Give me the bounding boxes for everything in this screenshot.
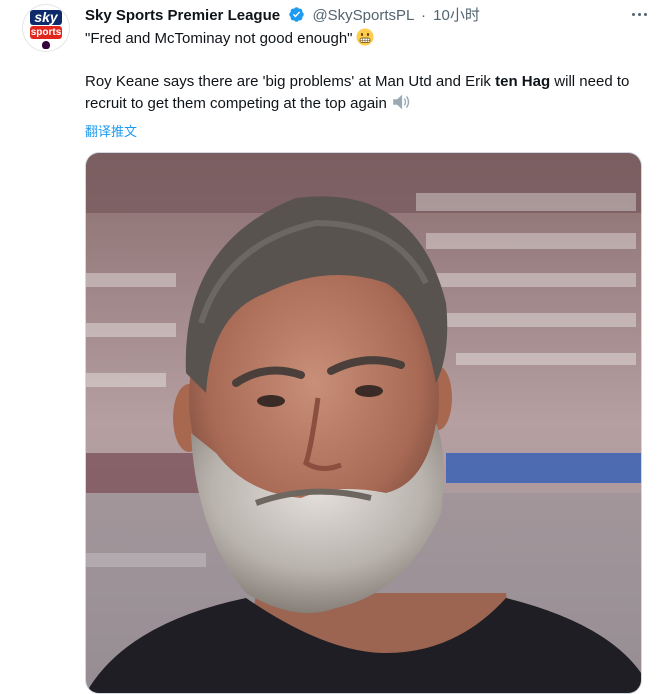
verified-badge-icon (288, 6, 305, 29)
tweet-body: Roy Keane says there are 'big problems' … (85, 71, 645, 118)
tweet-body-bold-text: ten Hag (495, 73, 551, 90)
premier-league-crest-icon (42, 41, 50, 49)
account-handle[interactable]: @SkySportsPL (312, 7, 413, 24)
account-avatar[interactable]: sky sports (22, 4, 70, 52)
tweet-header: Sky Sports Premier League @SkySportsPL ·… (85, 6, 649, 26)
tweet-body-text-1: Roy Keane says there are 'big problems' … (85, 73, 496, 90)
sports-logo-text: sports (30, 26, 62, 39)
tweet-quote-line: "Fred and McTominay not good enough" (85, 28, 649, 53)
quote-text: "Fred and McTominay not good enough" (85, 30, 353, 47)
timestamp[interactable]: 10小时 (433, 7, 480, 24)
grimacing-face-emoji-icon (356, 28, 374, 53)
speaker-emoji-icon (391, 93, 411, 118)
more-options-icon[interactable] (627, 4, 651, 24)
translate-tweet-link[interactable]: 翻译推文 (85, 121, 137, 140)
display-name[interactable]: Sky Sports Premier League (85, 7, 280, 24)
sky-logo-text: sky (30, 10, 62, 25)
separator-dot: · (420, 7, 426, 24)
tweet-photo (86, 153, 641, 693)
tweet-media-image[interactable] (85, 152, 642, 694)
